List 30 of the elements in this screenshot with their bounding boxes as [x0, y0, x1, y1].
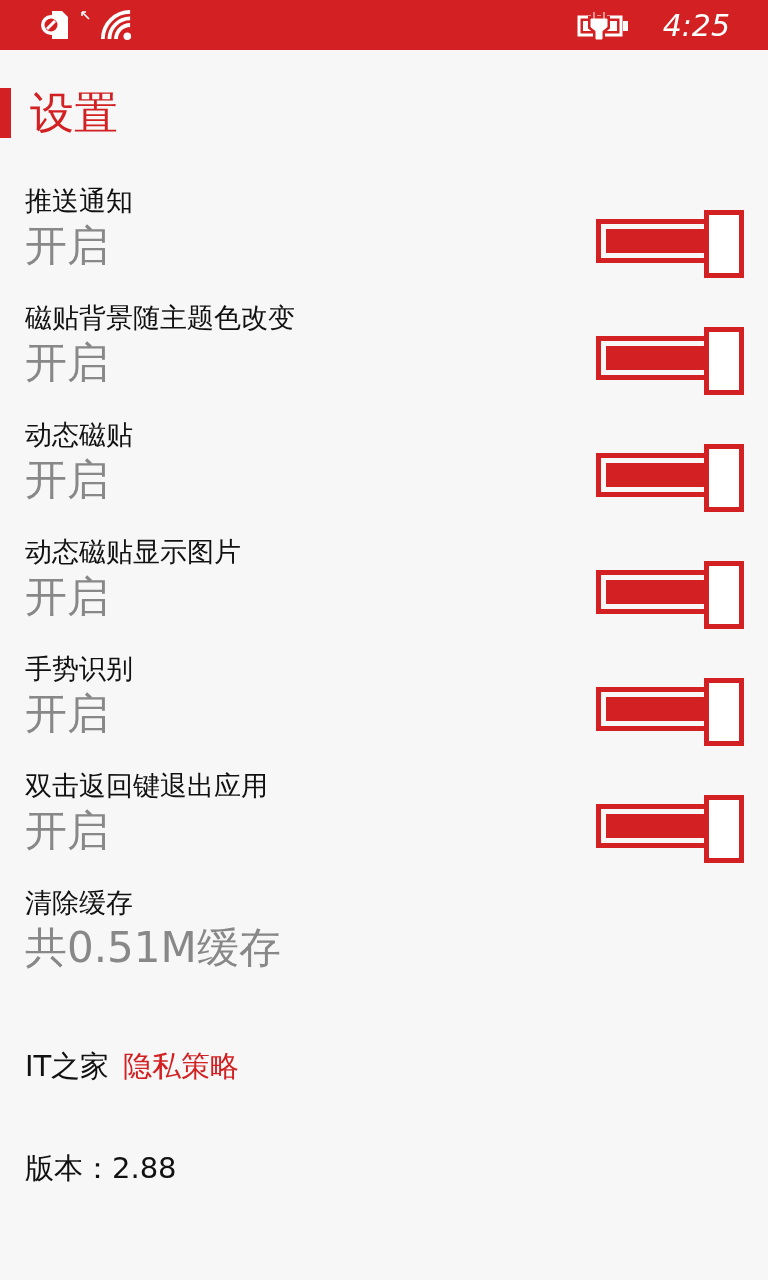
arrow-icon	[80, 10, 90, 20]
toggle-switch[interactable]	[596, 677, 744, 746]
toggle-switch[interactable]	[596, 560, 744, 629]
toggle-switch[interactable]	[596, 443, 744, 512]
version-text: 版本：2.88	[24, 1150, 178, 1187]
setting-value: 开启	[25, 453, 110, 506]
sim-card-icon	[38, 9, 70, 41]
page-title: 设置	[30, 85, 118, 140]
privacy-link[interactable]: 隐私策略	[123, 1047, 240, 1087]
setting-label: 动态磁贴显示图片	[25, 534, 242, 569]
setting-label: 双击返回键退出应用	[25, 768, 269, 803]
clock-time: 4:25	[662, 7, 730, 43]
setting-label: 磁贴背景随主题色改变	[25, 300, 296, 335]
accent-bar	[0, 88, 11, 138]
setting-value: 开启	[25, 804, 110, 857]
setting-label: 推送通知	[25, 183, 134, 218]
wifi-icon	[100, 9, 132, 41]
setting-value: 开启	[25, 687, 110, 740]
setting-value[interactable]: 共0.51M缓存	[25, 919, 744, 976]
setting-label: 清除缓存	[25, 885, 134, 920]
toggle-switch[interactable]	[596, 794, 744, 863]
setting-value: 开启	[25, 570, 110, 623]
setting-label: 动态磁贴	[25, 417, 134, 452]
toggle-switch[interactable]	[596, 209, 744, 278]
setting-value: 开启	[25, 219, 110, 272]
toggle-switch[interactable]	[596, 326, 744, 395]
brand-name: IT之家	[25, 1048, 110, 1085]
setting-value: 开启	[25, 336, 110, 389]
battery-charging-icon	[576, 10, 629, 40]
setting-label: 手势识别	[25, 651, 134, 686]
